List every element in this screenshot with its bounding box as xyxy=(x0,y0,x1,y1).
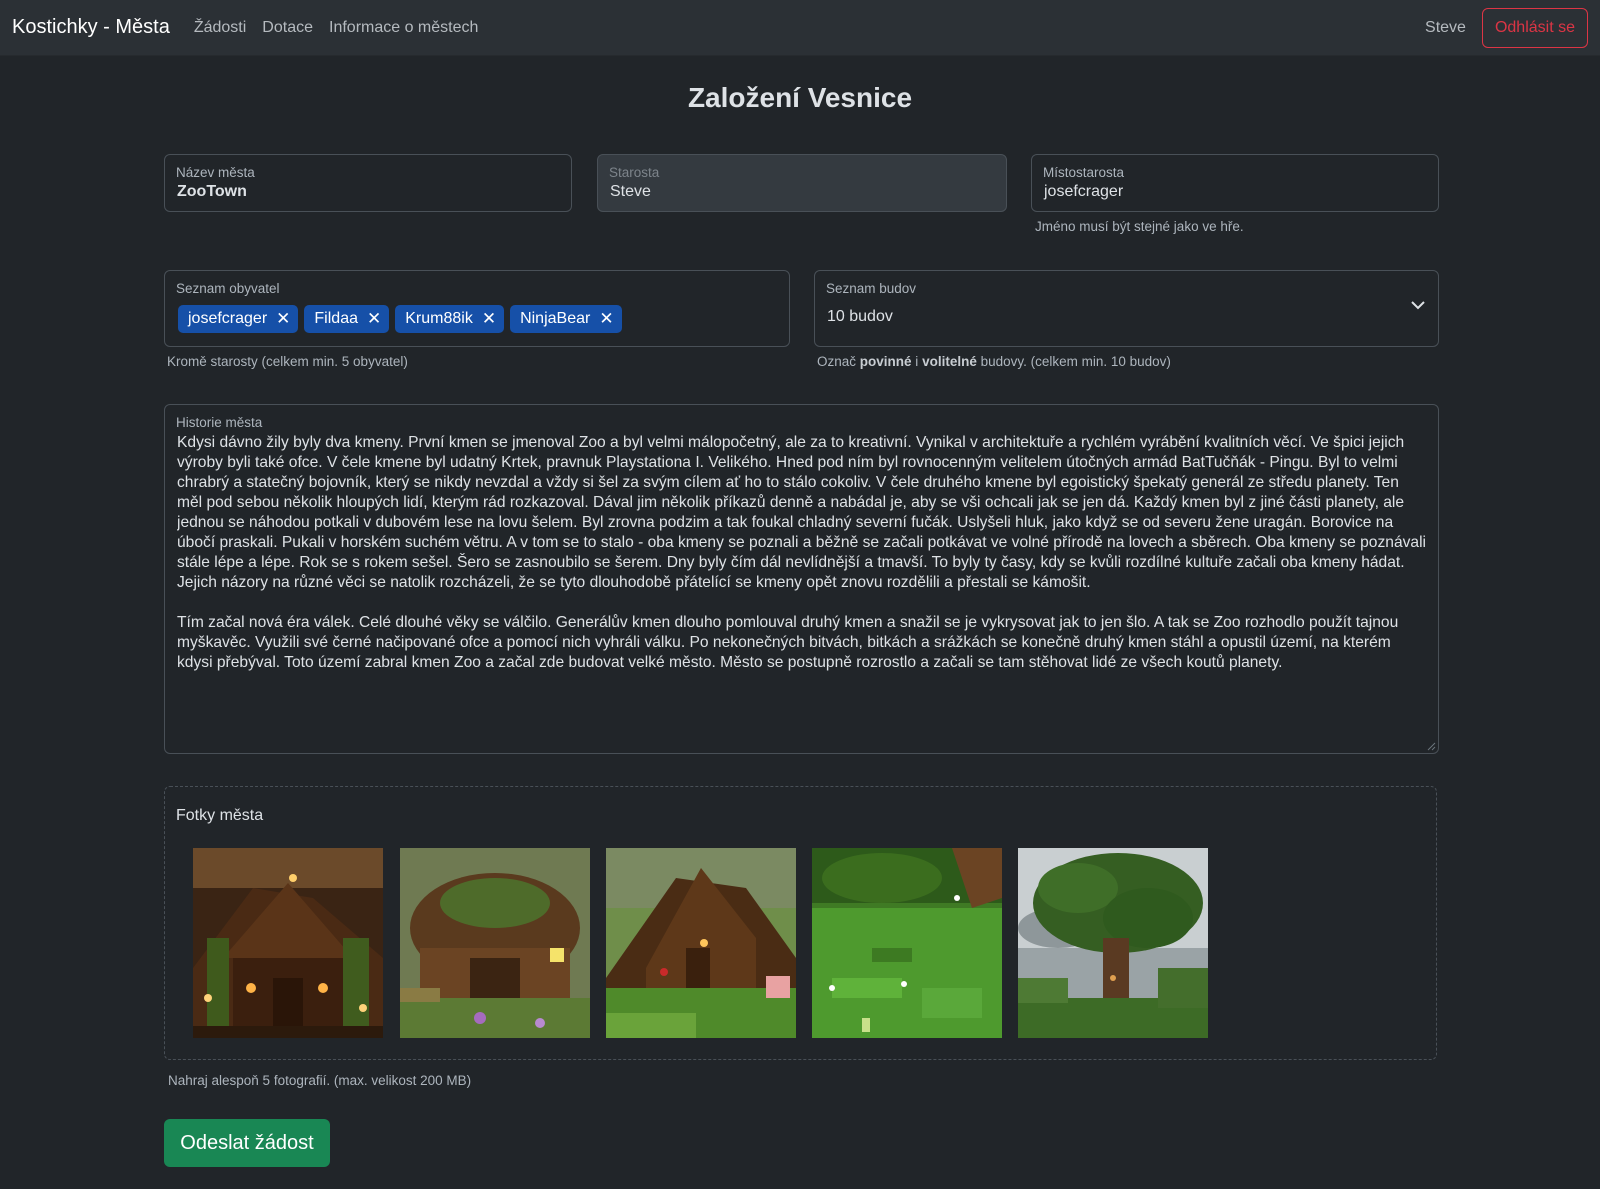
deputy-field[interactable]: Místostarosta josefcrager xyxy=(1031,154,1439,212)
city-photo[interactable] xyxy=(400,848,590,1038)
nav-link-grants[interactable]: Dotace xyxy=(262,19,313,37)
buildings-help-prefix: Označ xyxy=(817,354,860,369)
logout-button[interactable]: Odhlásit se xyxy=(1481,7,1588,48)
residents-help: Kromě starosty (celkem min. 5 obyvatel) xyxy=(167,354,408,369)
resident-tag: Krum88ik ✕ xyxy=(395,305,505,333)
city-photo[interactable] xyxy=(606,848,796,1038)
brand-link[interactable]: Kostichky - Města xyxy=(12,16,170,39)
resident-tag-label: Fildaa xyxy=(314,310,358,327)
resident-tag-label: Krum88ik xyxy=(405,310,473,327)
nav-links: Žádosti Dotace Informace o městech xyxy=(194,19,479,37)
residents-field[interactable]: Seznam obyvatel josefcrager ✕ Fildaa ✕ K… xyxy=(164,270,790,347)
submit-button[interactable]: Odeslat žádost xyxy=(164,1119,330,1167)
buildings-help-optional: volitelné xyxy=(922,354,977,369)
photos-help: Nahraj alespoň 5 fotografií. (max. velik… xyxy=(168,1073,472,1088)
navbar: Kostichky - Města Žádosti Dotace Informa… xyxy=(0,0,1600,56)
resident-tag-label: NinjaBear xyxy=(520,310,591,327)
buildings-help-suffix: budovy. (celkem min. 10 budov) xyxy=(976,354,1171,369)
buildings-help-and: i xyxy=(911,354,923,369)
mayor-field: Starosta Steve xyxy=(597,154,1007,212)
resident-tag: josefcrager ✕ xyxy=(178,305,299,333)
nav-link-requests[interactable]: Žádosti xyxy=(194,19,246,37)
city-photo[interactable] xyxy=(193,848,383,1038)
remove-tag-icon[interactable]: ✕ xyxy=(482,309,496,329)
city-name-field[interactable]: Název města ZooTown xyxy=(164,154,572,212)
buildings-help: Označ povinné i volitelné budovy. (celke… xyxy=(817,354,1171,369)
nav-link-city-info[interactable]: Informace o městech xyxy=(329,19,478,37)
city-photo[interactable] xyxy=(1018,848,1208,1038)
nav-right: Steve Odhlásit se xyxy=(1425,7,1588,48)
buildings-help-mandatory: povinné xyxy=(859,354,912,369)
history-field[interactable]: Historie města Kdysi dávno žily byly dva… xyxy=(164,404,1439,754)
resize-grip-icon[interactable] xyxy=(1427,742,1436,751)
resident-tag: NinjaBear ✕ xyxy=(510,305,622,333)
mayor-value: Steve xyxy=(610,183,651,200)
current-user: Steve xyxy=(1425,18,1466,36)
buildings-select[interactable]: Seznam budov 10 budov xyxy=(814,270,1439,347)
city-photo[interactable] xyxy=(812,848,1002,1038)
buildings-label: Seznam budov xyxy=(826,281,917,296)
remove-tag-icon[interactable]: ✕ xyxy=(276,309,290,329)
deputy-help: Jméno musí být stejné jako ve hře. xyxy=(1035,219,1244,234)
mayor-label: Starosta xyxy=(609,165,660,180)
resident-tag: Fildaa ✕ xyxy=(304,305,390,333)
history-label: Historie města xyxy=(176,415,263,430)
remove-tag-icon[interactable]: ✕ xyxy=(367,309,381,329)
resident-tag-label: josefcrager xyxy=(188,310,268,327)
resident-tags: josefcrager ✕ Fildaa ✕ Krum88ik ✕ NinjaB… xyxy=(178,305,622,333)
deputy-label: Místostarosta xyxy=(1043,165,1125,180)
city-name-value[interactable]: ZooTown xyxy=(177,183,247,201)
city-name-label: Název města xyxy=(176,165,255,180)
buildings-value[interactable]: 10 budov xyxy=(827,308,893,326)
photos-dropzone[interactable]: Fotky města xyxy=(164,786,1437,1060)
remove-tag-icon[interactable]: ✕ xyxy=(599,309,613,329)
page-title: Založení Vesnice xyxy=(687,82,913,113)
photos-title: Fotky města xyxy=(176,807,264,824)
residents-label: Seznam obyvatel xyxy=(176,281,280,296)
chevron-down-icon xyxy=(1411,301,1425,310)
history-textarea[interactable]: Kdysi dávno žily byly dva kmeny. První k… xyxy=(177,433,1427,733)
deputy-value[interactable]: josefcrager xyxy=(1044,183,1123,201)
